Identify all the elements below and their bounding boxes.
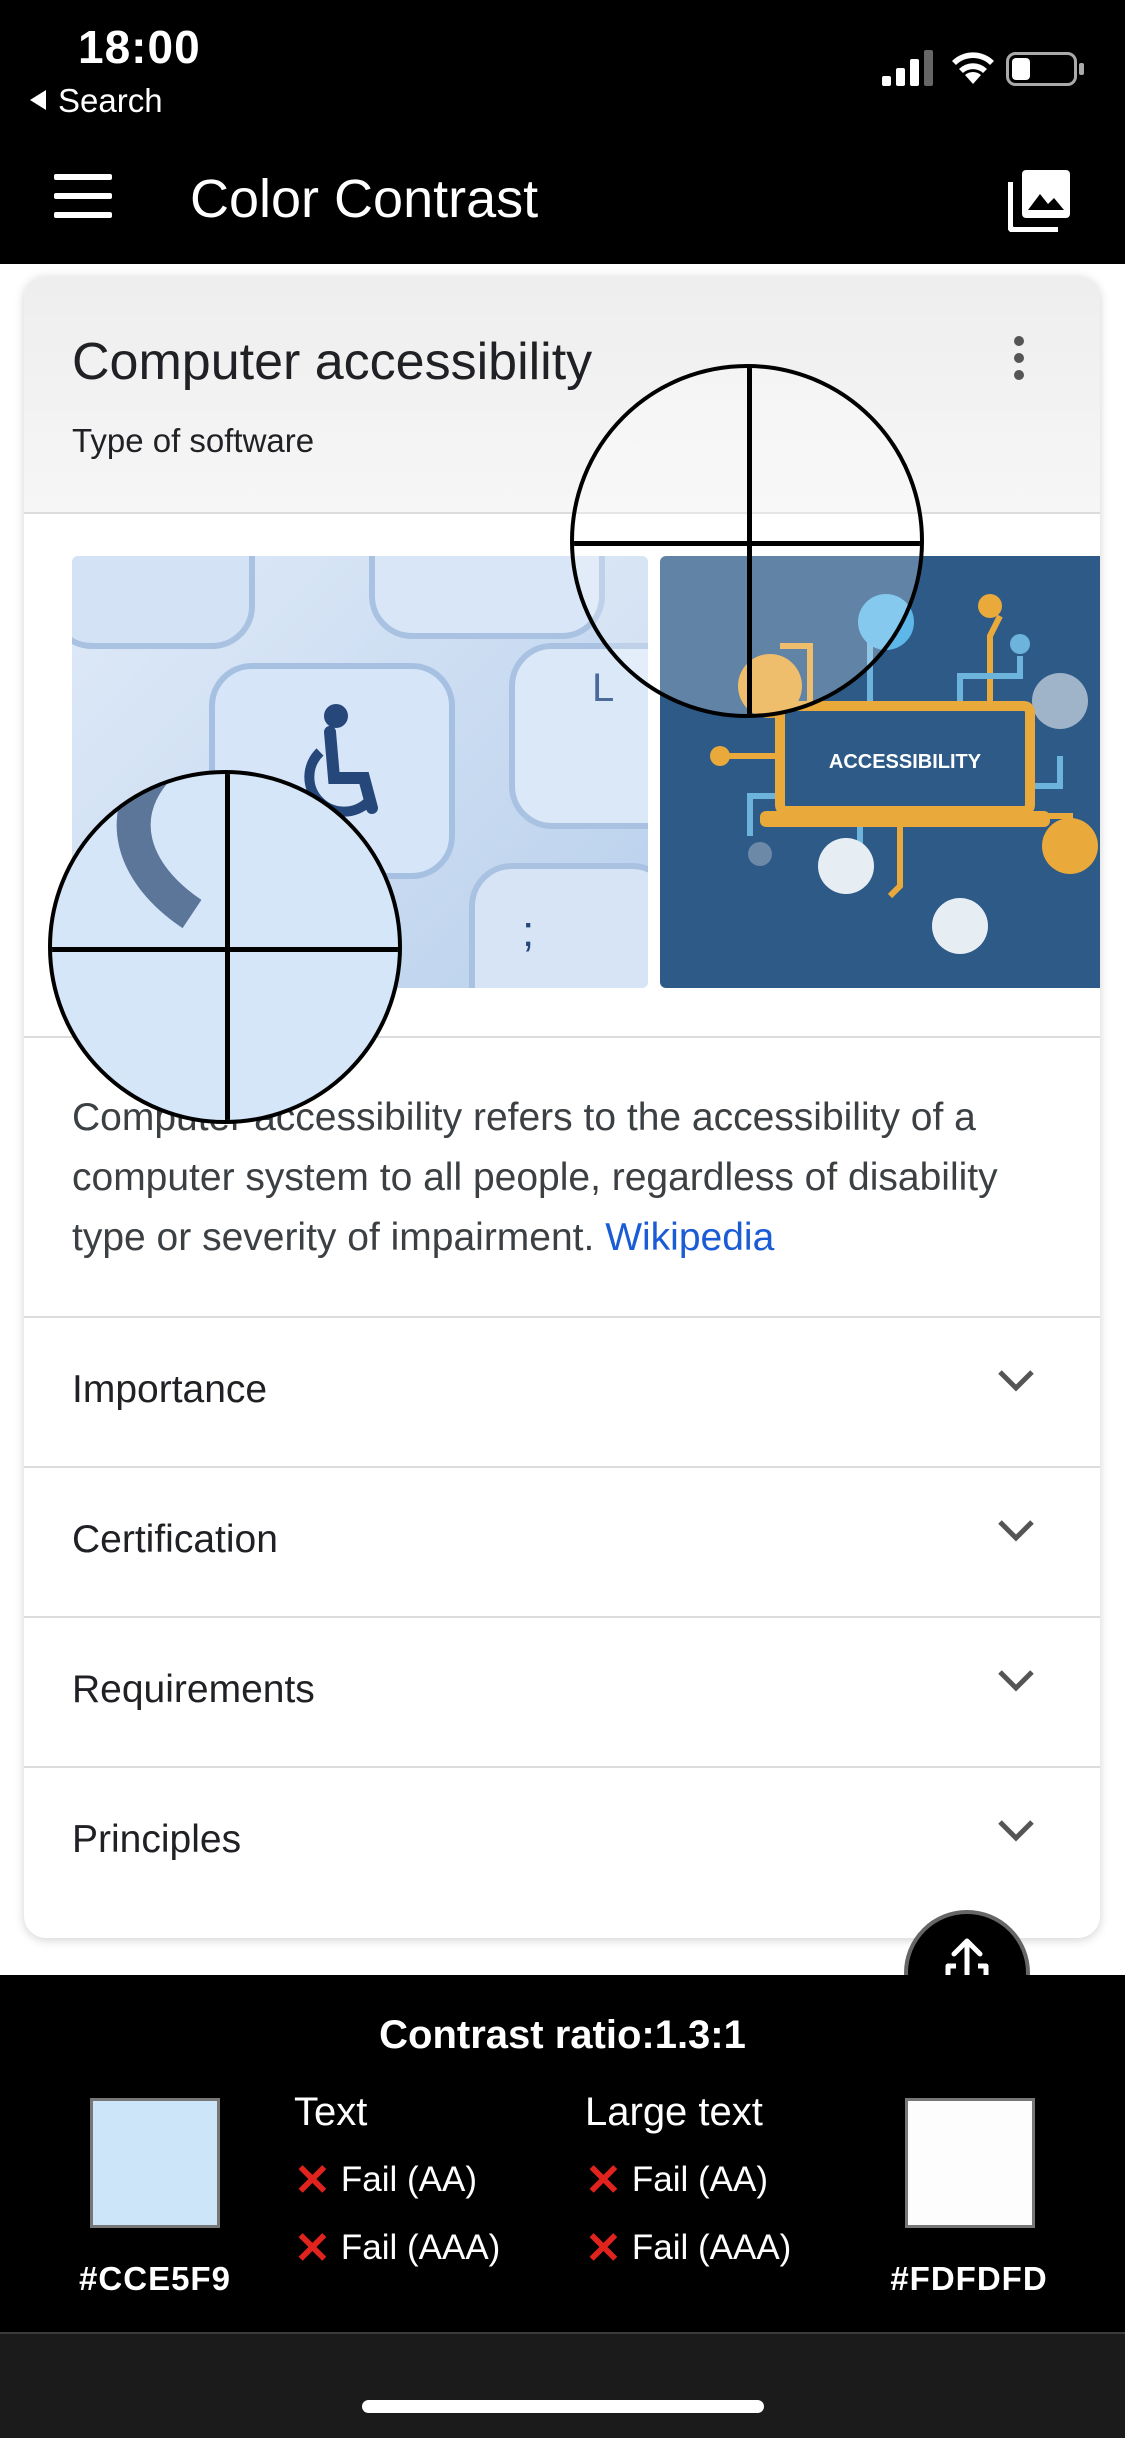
section-label: Certification <box>72 1518 278 1561</box>
section-certification[interactable]: Certification <box>24 1466 1100 1618</box>
section-principles[interactable]: Principles <box>24 1766 1100 1918</box>
svg-text:L: L <box>592 666 614 710</box>
section-requirements[interactable]: Requirements <box>24 1616 1100 1768</box>
background-color-picker-loupe[interactable] <box>48 770 402 1124</box>
text-aaa-result: ✕ Fail (AAA) <box>294 2223 500 2274</box>
text-aaa-label: Fail (AAA) <box>340 2228 501 2267</box>
back-arrow-icon <box>30 90 46 110</box>
status-bar: 18:00 Search <box>0 0 1125 130</box>
contrast-ratio: Contrast ratio:1.3:1 <box>379 2013 746 2057</box>
hamburger-menu-icon[interactable] <box>54 174 112 218</box>
illustration-label: ACCESSIBILITY <box>829 751 982 773</box>
back-search-label: Search <box>58 82 163 119</box>
card-subtitle: Type of software <box>72 422 315 459</box>
text-column-title: Text <box>294 2090 368 2134</box>
chevron-down-icon <box>998 1820 1034 1842</box>
photo-library-icon[interactable] <box>1008 168 1072 232</box>
home-indicator[interactable] <box>362 2400 764 2413</box>
section-label: Importance <box>72 1368 268 1411</box>
fail-x-icon: ✕ <box>585 2224 622 2273</box>
card-header: Computer accessibility Type of software <box>24 276 1100 514</box>
wikipedia-link[interactable]: Wikipedia <box>605 1216 774 1259</box>
section-label: Requirements <box>72 1668 315 1711</box>
card-title: Computer accessibility <box>72 333 593 391</box>
color-2-hex: #FDFDFD <box>890 2260 1048 2297</box>
color-1-swatch[interactable] <box>90 2098 220 2228</box>
status-time: 18:00 <box>78 21 201 73</box>
wifi-icon <box>952 52 994 84</box>
large-text-aa-label: Fail (AA) <box>631 2160 768 2199</box>
image-carousel: L ; ACCESSIBILITY <box>24 512 1100 988</box>
text-aa-result: ✕ Fail (AA) <box>294 2155 477 2206</box>
chevron-down-icon <box>998 1670 1034 1692</box>
large-text-aaa-label: Fail (AAA) <box>631 2228 792 2267</box>
section-importance[interactable]: Importance <box>24 1316 1100 1468</box>
home-indicator-area <box>0 2332 1125 2438</box>
cellular-signal-icon <box>882 50 933 86</box>
chevron-down-icon <box>998 1520 1034 1542</box>
color-2-swatch[interactable] <box>905 2098 1035 2228</box>
fail-x-icon: ✕ <box>294 2156 331 2205</box>
large-text-aa-result: ✕ Fail (AA) <box>585 2155 768 2206</box>
app-title: Color Contrast <box>190 169 539 229</box>
text-aa-label: Fail (AA) <box>340 2160 477 2199</box>
contrast-result-panel: Contrast ratio:1.3:1 #CCE5F9 Text ✕ Fail … <box>0 1975 1125 2332</box>
chevron-down-icon <box>998 1370 1034 1392</box>
fail-x-icon: ✕ <box>294 2224 331 2273</box>
more-options-icon[interactable] <box>1014 336 1026 380</box>
battery-icon <box>1006 52 1084 86</box>
large-text-column-title: Large text <box>585 2090 763 2134</box>
fail-x-icon: ✕ <box>585 2156 622 2205</box>
foreground-color-picker-loupe[interactable] <box>570 364 924 718</box>
back-to-search-link[interactable]: Search <box>30 82 163 120</box>
color-1-hex: #CCE5F9 <box>79 2260 231 2297</box>
section-label: Principles <box>72 1818 242 1861</box>
large-text-aaa-result: ✕ Fail (AAA) <box>585 2223 791 2274</box>
app-bar: Color Contrast <box>0 130 1125 264</box>
svg-text:;: ; <box>522 907 534 956</box>
